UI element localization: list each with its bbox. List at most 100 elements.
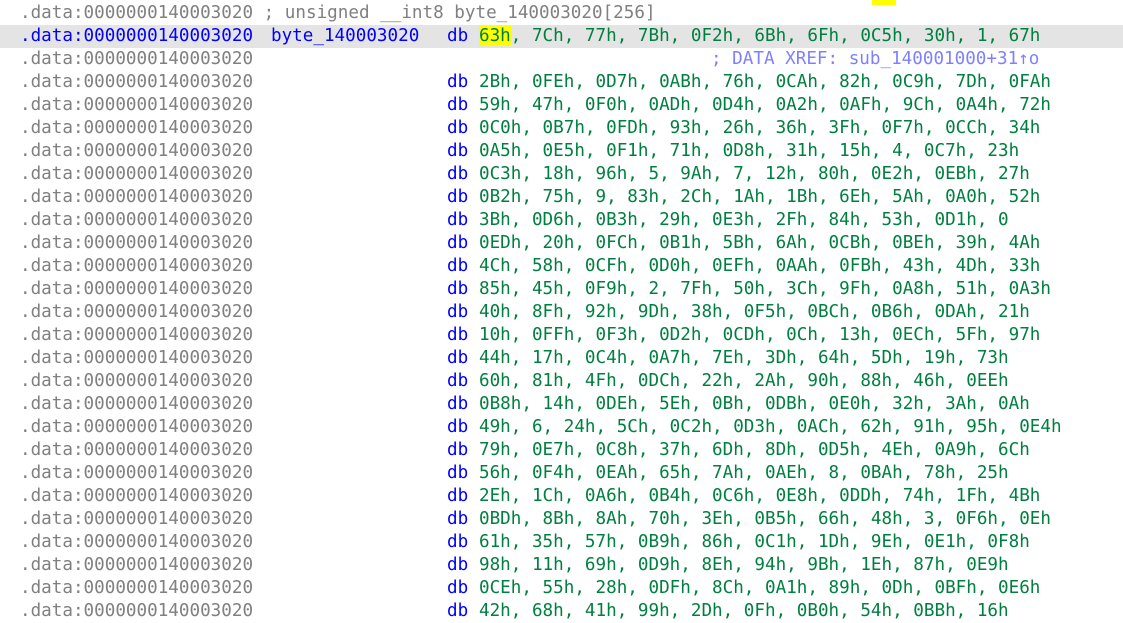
operand-values[interactable]: 0B2h, 75h, 9, 83h, 2Ch, 1Ah, 1Bh, 6Eh, 5… xyxy=(479,186,1040,209)
line-address[interactable]: .data:0000000140003020 xyxy=(20,439,253,462)
data-line[interactable]: .data:0000000140003020 db 2Bh, 0FEh, 0D7h,… xyxy=(0,71,1123,94)
operand-values[interactable]: 0A5h, 0E5h, 0F1h, 71h, 0D8h, 31h, 15h, 4… xyxy=(479,140,1019,163)
line-address[interactable]: .data:0000000140003020 xyxy=(20,163,253,186)
operand-values[interactable]: 40h, 8Fh, 92h, 9Dh, 38h, 0F5h, 0BCh, 0B6… xyxy=(479,301,1030,324)
xref-line[interactable]: .data:0000000140003020 ; DATA XREF: sub_… xyxy=(0,48,1123,71)
line-address[interactable]: .data:0000000140003020 xyxy=(20,25,253,48)
data-line[interactable]: .data:0000000140003020 db 10h, 0FFh, 0F3h,… xyxy=(0,324,1123,347)
line-address[interactable]: .data:0000000140003020 xyxy=(20,370,253,393)
operand-values[interactable]: 60h, 81h, 4Fh, 0DCh, 22h, 2Ah, 90h, 88h,… xyxy=(479,370,1009,393)
mnemonic[interactable]: db xyxy=(447,370,468,393)
line-address[interactable]: .data:0000000140003020 xyxy=(20,232,253,255)
operand-values[interactable]: 2Eh, 1Ch, 0A6h, 0B4h, 0C6h, 0E8h, 0DDh, … xyxy=(479,485,1040,508)
mnemonic[interactable]: db xyxy=(447,140,468,163)
data-line[interactable]: .data:0000000140003020 db 49h, 6, 24h, 5Ch… xyxy=(0,416,1123,439)
selected-data-line[interactable]: .data:0000000140003020 byte_140003020 db… xyxy=(0,25,1123,48)
mnemonic[interactable]: db xyxy=(447,25,468,48)
operand-values[interactable]: 59h, 47h, 0F0h, 0ADh, 0D4h, 0A2h, 0AFh, … xyxy=(479,94,1051,117)
data-line[interactable]: .data:0000000140003020 db 42h, 68h, 41h, 9… xyxy=(0,600,1123,623)
mnemonic[interactable]: db xyxy=(447,324,468,347)
mnemonic[interactable]: db xyxy=(447,416,468,439)
operand-values[interactable]: 98h, 11h, 69h, 0D9h, 8Eh, 94h, 9Bh, 1Eh,… xyxy=(479,554,1009,577)
mnemonic[interactable]: db xyxy=(447,347,468,370)
mnemonic[interactable]: db xyxy=(447,577,468,600)
line-address[interactable]: .data:0000000140003020 xyxy=(20,508,253,531)
line-address[interactable]: .data:0000000140003020 xyxy=(20,416,253,439)
cursor-operand[interactable]: 63h xyxy=(479,26,511,46)
mnemonic[interactable]: db xyxy=(447,508,468,531)
operand-values[interactable]: 79h, 0E7h, 0C8h, 37h, 6Dh, 8Dh, 0D5h, 4E… xyxy=(479,439,1030,462)
data-line[interactable]: .data:0000000140003020 db 0BDh, 8Bh, 8Ah, … xyxy=(0,508,1123,531)
operand-values[interactable]: 0BDh, 8Bh, 8Ah, 70h, 3Eh, 0B5h, 66h, 48h… xyxy=(479,508,1051,531)
operand-values[interactable]: 0C3h, 18h, 96h, 5, 9Ah, 7, 12h, 80h, 0E2… xyxy=(479,163,1030,186)
data-label[interactable]: byte_140003020 xyxy=(271,25,419,48)
data-line[interactable]: .data:0000000140003020 db 60h, 81h, 4Fh, 0… xyxy=(0,370,1123,393)
line-address[interactable]: .data:0000000140003020 xyxy=(20,600,253,623)
line-address[interactable]: .data:0000000140003020 xyxy=(20,577,253,600)
mnemonic[interactable]: db xyxy=(447,278,468,301)
data-xref-comment[interactable]: ; DATA XREF: sub_140001000+31↑o xyxy=(711,48,1039,71)
mnemonic[interactable]: db xyxy=(447,71,468,94)
line-address[interactable]: .data:0000000140003020 xyxy=(20,209,253,232)
operand-values[interactable]: 0EDh, 20h, 0FCh, 0B1h, 5Bh, 6Ah, 0CBh, 0… xyxy=(479,232,1040,255)
data-line[interactable]: .data:0000000140003020 db 98h, 11h, 69h, 0… xyxy=(0,554,1123,577)
declaration-comment-line[interactable]: .data:0000000140003020 ; unsigned __int8… xyxy=(0,2,1123,25)
operand-values[interactable]: 0CEh, 55h, 28h, 0DFh, 8Ch, 0A1h, 89h, 0D… xyxy=(479,577,1040,600)
data-line[interactable]: .data:0000000140003020 db 0C0h, 0B7h, 0FDh… xyxy=(0,117,1123,140)
data-line[interactable]: .data:0000000140003020 db 40h, 8Fh, 92h, 9… xyxy=(0,301,1123,324)
mnemonic[interactable]: db xyxy=(447,462,468,485)
data-line[interactable]: .data:0000000140003020 db 85h, 45h, 0F9h, … xyxy=(0,278,1123,301)
operand-values[interactable]: 2Bh, 0FEh, 0D7h, 0ABh, 76h, 0CAh, 82h, 0… xyxy=(479,71,1051,94)
line-address[interactable]: .data:0000000140003020 xyxy=(20,94,253,117)
line-address[interactable]: .data:0000000140003020 xyxy=(20,554,253,577)
operand-values[interactable]: 49h, 6, 24h, 5Ch, 0C2h, 0D3h, 0ACh, 62h,… xyxy=(479,416,1062,439)
data-line[interactable]: .data:0000000140003020 db 0C3h, 18h, 96h, … xyxy=(0,163,1123,186)
operand-values[interactable]: 3Bh, 0D6h, 0B3h, 29h, 0E3h, 2Fh, 84h, 53… xyxy=(479,209,1009,232)
line-address[interactable]: .data:0000000140003020 xyxy=(20,278,253,301)
mnemonic[interactable]: db xyxy=(447,232,468,255)
operand-values[interactable]: 44h, 17h, 0C4h, 0A7h, 7Eh, 3Dh, 64h, 5Dh… xyxy=(479,347,1009,370)
line-address[interactable]: .data:0000000140003020 xyxy=(20,485,253,508)
line-address[interactable]: .data:0000000140003020 xyxy=(20,531,253,554)
mnemonic[interactable]: db xyxy=(447,163,468,186)
mnemonic[interactable]: db xyxy=(447,301,468,324)
data-line[interactable]: .data:0000000140003020 db 44h, 17h, 0C4h, … xyxy=(0,347,1123,370)
mnemonic[interactable]: db xyxy=(447,186,468,209)
data-line[interactable]: .data:0000000140003020 db 2Eh, 1Ch, 0A6h, … xyxy=(0,485,1123,508)
line-address[interactable]: .data:0000000140003020 xyxy=(20,462,253,485)
line-address[interactable]: .data:0000000140003020 xyxy=(20,117,253,140)
operand-values[interactable]: 4Ch, 58h, 0CFh, 0D0h, 0EFh, 0AAh, 0FBh, … xyxy=(479,255,1040,278)
line-address[interactable]: .data:0000000140003020 xyxy=(20,393,253,416)
data-line[interactable]: .data:0000000140003020 db 0CEh, 55h, 28h, … xyxy=(0,577,1123,600)
mnemonic[interactable]: db xyxy=(447,554,468,577)
mnemonic[interactable]: db xyxy=(447,117,468,140)
operand-values[interactable]: 61h, 35h, 57h, 0B9h, 86h, 0C1h, 1Dh, 9Eh… xyxy=(479,531,1030,554)
line-address[interactable]: .data:0000000140003020 xyxy=(20,186,253,209)
mnemonic[interactable]: db xyxy=(447,393,468,416)
data-line[interactable]: .data:0000000140003020 db 3Bh, 0D6h, 0B3h,… xyxy=(0,209,1123,232)
data-line[interactable]: .data:0000000140003020 db 0B8h, 14h, 0DEh,… xyxy=(0,393,1123,416)
disassembly-listing[interactable]: .data:0000000140003020 ; unsigned __int8… xyxy=(0,0,1123,623)
mnemonic[interactable]: db xyxy=(447,485,468,508)
mnemonic[interactable]: db xyxy=(447,94,468,117)
operand-values[interactable]: 85h, 45h, 0F9h, 2, 7Fh, 50h, 3Ch, 9Fh, 0… xyxy=(479,278,1051,301)
data-line[interactable]: .data:0000000140003020 db 61h, 35h, 57h, 0… xyxy=(0,531,1123,554)
operand-values[interactable]: 42h, 68h, 41h, 99h, 2Dh, 0Fh, 0B0h, 54h,… xyxy=(479,600,1009,623)
line-address[interactable]: .data:0000000140003020 xyxy=(20,301,253,324)
mnemonic[interactable]: db xyxy=(447,209,468,232)
operand-values[interactable]: 0C0h, 0B7h, 0FDh, 93h, 26h, 36h, 3Fh, 0F… xyxy=(479,117,1040,140)
data-line[interactable]: .data:0000000140003020 db 4Ch, 58h, 0CFh, … xyxy=(0,255,1123,278)
operand-values[interactable]: 10h, 0FFh, 0F3h, 0D2h, 0CDh, 0Ch, 13h, 0… xyxy=(479,324,1040,347)
line-address[interactable]: .data:0000000140003020 xyxy=(20,140,253,163)
line-address[interactable]: .data:0000000140003020 xyxy=(20,255,253,278)
mnemonic[interactable]: db xyxy=(447,600,468,623)
operand-values[interactable]: 56h, 0F4h, 0EAh, 65h, 7Ah, 0AEh, 8, 0BAh… xyxy=(479,462,1009,485)
mnemonic[interactable]: db xyxy=(447,255,468,278)
data-line[interactable]: .data:0000000140003020 db 79h, 0E7h, 0C8h,… xyxy=(0,439,1123,462)
mnemonic[interactable]: db xyxy=(447,531,468,554)
line-address[interactable]: .data:0000000140003020 xyxy=(20,324,253,347)
line-address[interactable]: .data:0000000140003020 xyxy=(20,71,253,94)
line-address[interactable]: .data:0000000140003020 xyxy=(20,347,253,370)
mnemonic[interactable]: db xyxy=(447,439,468,462)
operand-list[interactable]: 63h, 7Ch, 77h, 7Bh, 0F2h, 6Bh, 6Fh, 0C5h… xyxy=(479,25,1040,48)
